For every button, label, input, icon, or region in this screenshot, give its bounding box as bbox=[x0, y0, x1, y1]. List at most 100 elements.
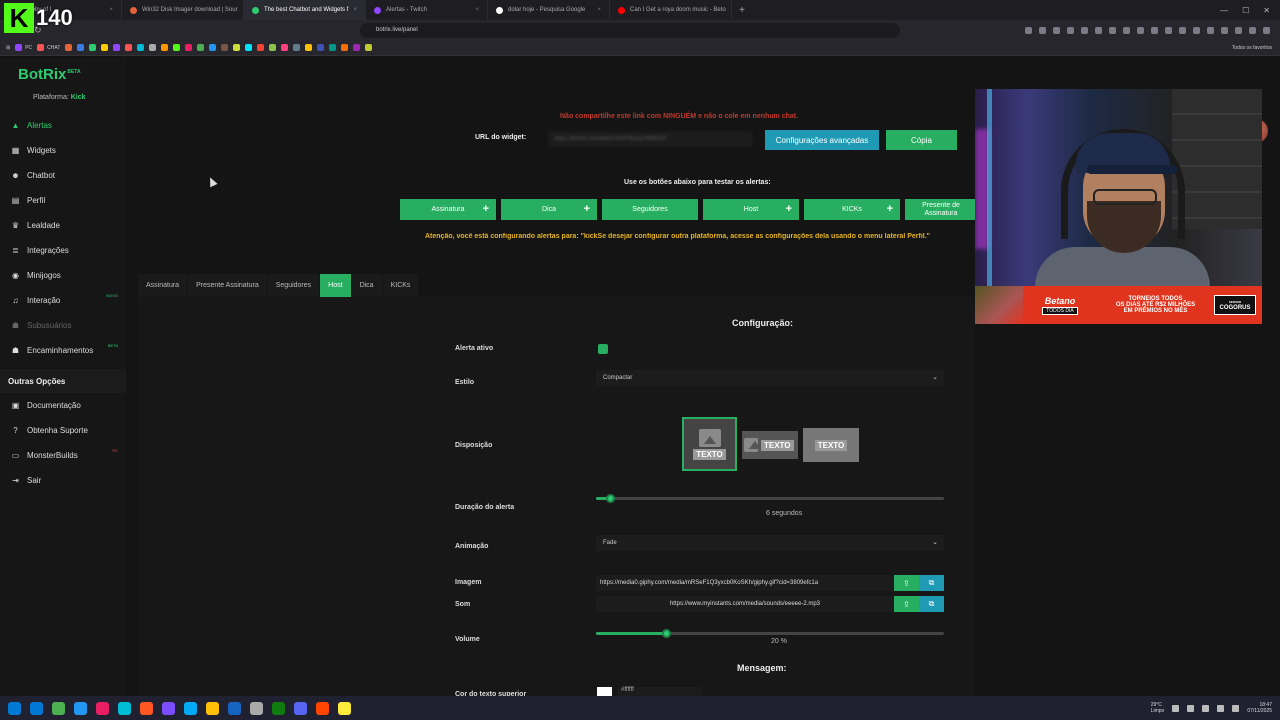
all-bookmarks-link[interactable]: Todos os favoritos bbox=[1232, 45, 1280, 51]
extension-icon[interactable] bbox=[1039, 26, 1046, 34]
test-alert-button[interactable]: Assinatura + bbox=[400, 199, 496, 220]
battery-icon[interactable] bbox=[1232, 704, 1240, 712]
sidebar-item[interactable]: ⇥ Sair bbox=[0, 468, 126, 493]
slider-handle[interactable] bbox=[605, 494, 615, 503]
extension-icon[interactable] bbox=[1109, 26, 1116, 34]
bookmark-item[interactable] bbox=[353, 44, 361, 51]
extension-icon[interactable] bbox=[1165, 26, 1172, 34]
sidebar-item[interactable]: ▦ Widgets bbox=[0, 138, 126, 163]
taskbar-app-icon[interactable] bbox=[316, 701, 329, 715]
taskbar-app-icon[interactable] bbox=[118, 701, 131, 715]
duration-slider[interactable] bbox=[596, 494, 944, 503]
clock[interactable]: 18:47 07/11/2025 bbox=[1247, 702, 1272, 714]
extension-icon[interactable] bbox=[1179, 26, 1186, 34]
maximize-icon[interactable]: ☐ bbox=[1242, 6, 1249, 15]
test-alert-button[interactable]: Seguidores bbox=[602, 199, 698, 220]
bookmark-item[interactable] bbox=[221, 44, 229, 51]
taskbar-app-icon[interactable] bbox=[52, 701, 65, 715]
upload-icon[interactable]: ⇪ bbox=[894, 575, 919, 591]
tab-seguidores[interactable]: Seguidores bbox=[267, 274, 320, 297]
bookmark-item[interactable] bbox=[365, 44, 373, 51]
sidebar-item[interactable]: ▣ Documentação bbox=[0, 393, 126, 418]
extension-icon[interactable] bbox=[1193, 26, 1200, 34]
bookmark-item[interactable] bbox=[269, 44, 277, 51]
bookmark-item[interactable] bbox=[185, 44, 193, 51]
sidebar-item[interactable]: ◉ Minijogos bbox=[0, 263, 126, 288]
browser-tab[interactable]: Alertas - Twitch × bbox=[366, 0, 488, 20]
test-alert-button[interactable]: KICKs + bbox=[804, 199, 900, 220]
test-alert-button[interactable]: Host + bbox=[703, 199, 799, 220]
bookmark-item[interactable] bbox=[125, 44, 133, 51]
bookmark-item[interactable] bbox=[293, 44, 301, 51]
browser-tab[interactable]: Win32 Disk Imager download | Sour× bbox=[122, 0, 244, 20]
bookmark-item[interactable] bbox=[233, 44, 241, 51]
tab-dica[interactable]: Dica bbox=[351, 274, 382, 297]
bookmark-item[interactable] bbox=[137, 44, 145, 51]
bookmark-item[interactable] bbox=[197, 44, 205, 51]
bookmark-item[interactable] bbox=[209, 44, 217, 51]
tab-presente-assinatura[interactable]: Presente Assinatura bbox=[188, 274, 267, 297]
alert-active-checkbox[interactable] bbox=[598, 344, 608, 354]
taskbar-app-icon[interactable] bbox=[228, 701, 241, 715]
apps-icon[interactable]: ⊞ bbox=[6, 45, 10, 51]
extension-icon[interactable] bbox=[1053, 26, 1060, 34]
minimize-icon[interactable]: — bbox=[1220, 6, 1228, 15]
bookmark-item[interactable] bbox=[341, 44, 349, 51]
browser-tab[interactable]: Can I Get a roya doom music - Beto× bbox=[610, 0, 732, 20]
tab-kicks[interactable]: KICKs bbox=[382, 274, 419, 297]
extension-icon[interactable] bbox=[1263, 26, 1270, 34]
bookmark-item[interactable] bbox=[305, 44, 313, 51]
tab-host[interactable]: Host bbox=[320, 274, 351, 297]
browser-tab[interactable]: dolar hoje - Pesquisa Google × bbox=[488, 0, 610, 20]
windows-start-icon[interactable] bbox=[8, 701, 21, 715]
browser-tab[interactable]: The best Chatbot and Widgets f × bbox=[244, 0, 366, 20]
volume-slider[interactable] bbox=[596, 629, 944, 638]
widget-url-field[interactable]: https://botrix.live/alerts?bid=RaxyzNMN1… bbox=[548, 131, 753, 147]
sidebar-item[interactable]: ☗ Subusuários bbox=[0, 313, 126, 338]
sidebar-item[interactable]: ☗ Encaminhamentos BETA bbox=[0, 338, 126, 363]
sidebar-item[interactable]: ▭ MonsterBuilds PC bbox=[0, 443, 126, 468]
bookmark-item[interactable]: CHAT bbox=[37, 44, 60, 51]
bookmark-item[interactable] bbox=[65, 44, 73, 51]
bookmark-item[interactable] bbox=[77, 44, 85, 51]
upload-icon[interactable]: ⇪ bbox=[894, 596, 919, 612]
taskbar-app-icon[interactable] bbox=[96, 701, 109, 715]
extension-icon[interactable] bbox=[1081, 26, 1088, 34]
extension-icon[interactable] bbox=[1067, 26, 1074, 34]
extension-icon[interactable] bbox=[1025, 26, 1032, 34]
extension-icon[interactable] bbox=[1221, 26, 1228, 34]
taskbar-app-icon[interactable] bbox=[272, 701, 285, 715]
close-tab-icon[interactable]: × bbox=[597, 7, 601, 13]
close-tab-icon[interactable]: × bbox=[353, 7, 357, 13]
taskbar-app-icon[interactable] bbox=[162, 701, 175, 715]
url-input[interactable]: botrix.live/panel bbox=[360, 22, 900, 38]
sidebar-item[interactable]: ☻ Chatbot bbox=[0, 163, 126, 188]
tab-assinatura[interactable]: Assinatura bbox=[138, 274, 188, 297]
taskbar-app-icon[interactable] bbox=[250, 701, 263, 715]
sidebar-item[interactable]: ♫ Interação NOVO bbox=[0, 288, 126, 313]
bookmark-item[interactable] bbox=[149, 44, 157, 51]
library-icon[interactable]: ⧉ bbox=[919, 596, 944, 612]
close-window-icon[interactable]: ✕ bbox=[1263, 6, 1270, 15]
bookmark-item[interactable] bbox=[257, 44, 265, 51]
test-gift-sub-button[interactable]: Presente de Assinatura bbox=[905, 199, 977, 220]
sidebar-item[interactable]: ▲ Alertas bbox=[0, 113, 126, 138]
bookmark-item[interactable] bbox=[101, 44, 109, 51]
sound-url-field[interactable]: https://www.myinstants.com/media/sounds/… bbox=[596, 596, 894, 612]
bookmark-item[interactable] bbox=[161, 44, 169, 51]
weather-widget[interactable]: 29°C Limpo bbox=[1151, 702, 1165, 714]
style-select[interactable]: Compactar ⌄ bbox=[596, 370, 944, 386]
taskbar-app-icon[interactable] bbox=[184, 701, 197, 715]
extension-icon[interactable] bbox=[1151, 26, 1158, 34]
advanced-settings-button[interactable]: Configurações avançadas bbox=[765, 130, 879, 150]
sidebar-item[interactable]: ? Obtenha Suporte bbox=[0, 418, 126, 443]
copy-url-button[interactable]: Cópia bbox=[886, 130, 957, 150]
taskbar-app-icon[interactable] bbox=[74, 701, 87, 715]
new-tab-button[interactable]: + bbox=[732, 5, 752, 16]
bookmark-item[interactable] bbox=[245, 44, 253, 51]
bookmark-item[interactable] bbox=[317, 44, 325, 51]
volume-icon[interactable] bbox=[1217, 704, 1225, 712]
test-alert-button[interactable]: Dica + bbox=[501, 199, 597, 220]
extension-icon[interactable] bbox=[1095, 26, 1102, 34]
image-url-field[interactable]: https://media0.giphy.com/media/mRSeF1Q3y… bbox=[596, 575, 894, 591]
